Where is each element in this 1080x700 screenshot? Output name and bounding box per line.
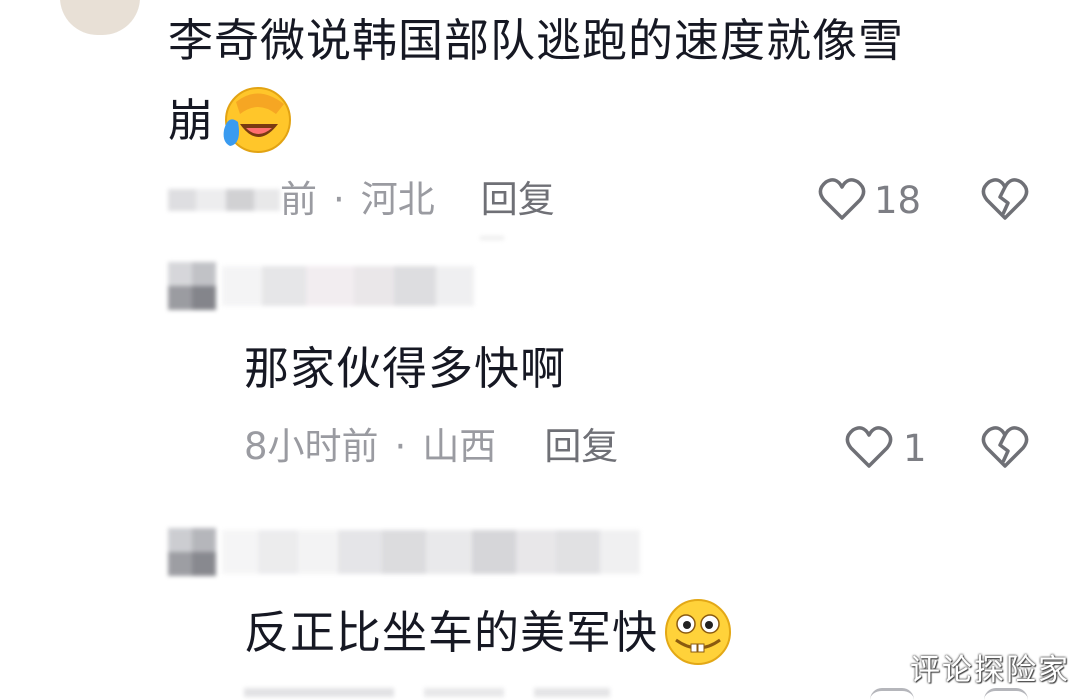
comment-1-text-line2: 崩 <box>168 94 215 147</box>
comment-2-location: 山西 <box>422 425 497 468</box>
comment-2-dislike-button[interactable] <box>980 424 1030 474</box>
comment-3-dislike-clipped[interactable] <box>984 688 1028 700</box>
comment-3-line: 反正比坐车的美军快 <box>244 599 736 666</box>
grinning-bucktooth-emoji <box>660 596 736 670</box>
comment-3-avatar-redacted[interactable] <box>168 528 216 576</box>
comment-2-username-redacted <box>222 266 474 306</box>
comment-2-like[interactable]: 1 <box>845 424 927 474</box>
comment-1-like-count: 18 <box>874 179 922 222</box>
comment-3-username-redacted <box>222 530 640 574</box>
heart-outline-icon <box>845 424 893 474</box>
facepalm-crying-laugh-emoji <box>218 84 296 158</box>
comment-1-line2: 崩 <box>168 87 296 154</box>
comment-3-meta-clipped <box>244 688 610 697</box>
comment-2-reply-button[interactable]: 回复 <box>544 425 618 469</box>
divider-fragment <box>480 236 504 240</box>
meta-separator: · <box>394 425 407 468</box>
comment-1-text-line1: 李奇微说韩国部队逃跑的速度就像雪 <box>168 14 905 67</box>
broken-heart-icon <box>980 178 1030 226</box>
comment-1-time: 前 <box>280 178 317 221</box>
comment-1-meta: 前 · 河北 回复 <box>168 178 555 222</box>
comment-2-text: 那家伙得多快啊 <box>244 342 567 395</box>
comment-3-like-clipped[interactable] <box>870 688 914 700</box>
comment-1-reply-button[interactable]: 回复 <box>481 178 555 222</box>
comment-2-time: 8小时前 <box>244 425 379 468</box>
comment-3-text: 反正比坐车的美军快 <box>244 606 659 659</box>
comment-1-dislike-button[interactable] <box>980 176 1030 226</box>
redacted-time <box>168 189 280 211</box>
comment-1-location: 河北 <box>360 178 435 221</box>
broken-heart-icon <box>980 426 1030 474</box>
comment-2-meta: 8小时前 · 山西 回复 <box>244 425 618 469</box>
watermark: 评论探险家 <box>910 653 1070 688</box>
comment-2-like-count: 1 <box>903 427 927 470</box>
avatar-top[interactable] <box>60 0 140 35</box>
comment-2-avatar-redacted[interactable] <box>168 262 216 310</box>
comment-1-like[interactable]: 18 <box>818 176 921 226</box>
meta-separator: · <box>333 178 345 221</box>
heart-outline-icon <box>818 176 866 226</box>
